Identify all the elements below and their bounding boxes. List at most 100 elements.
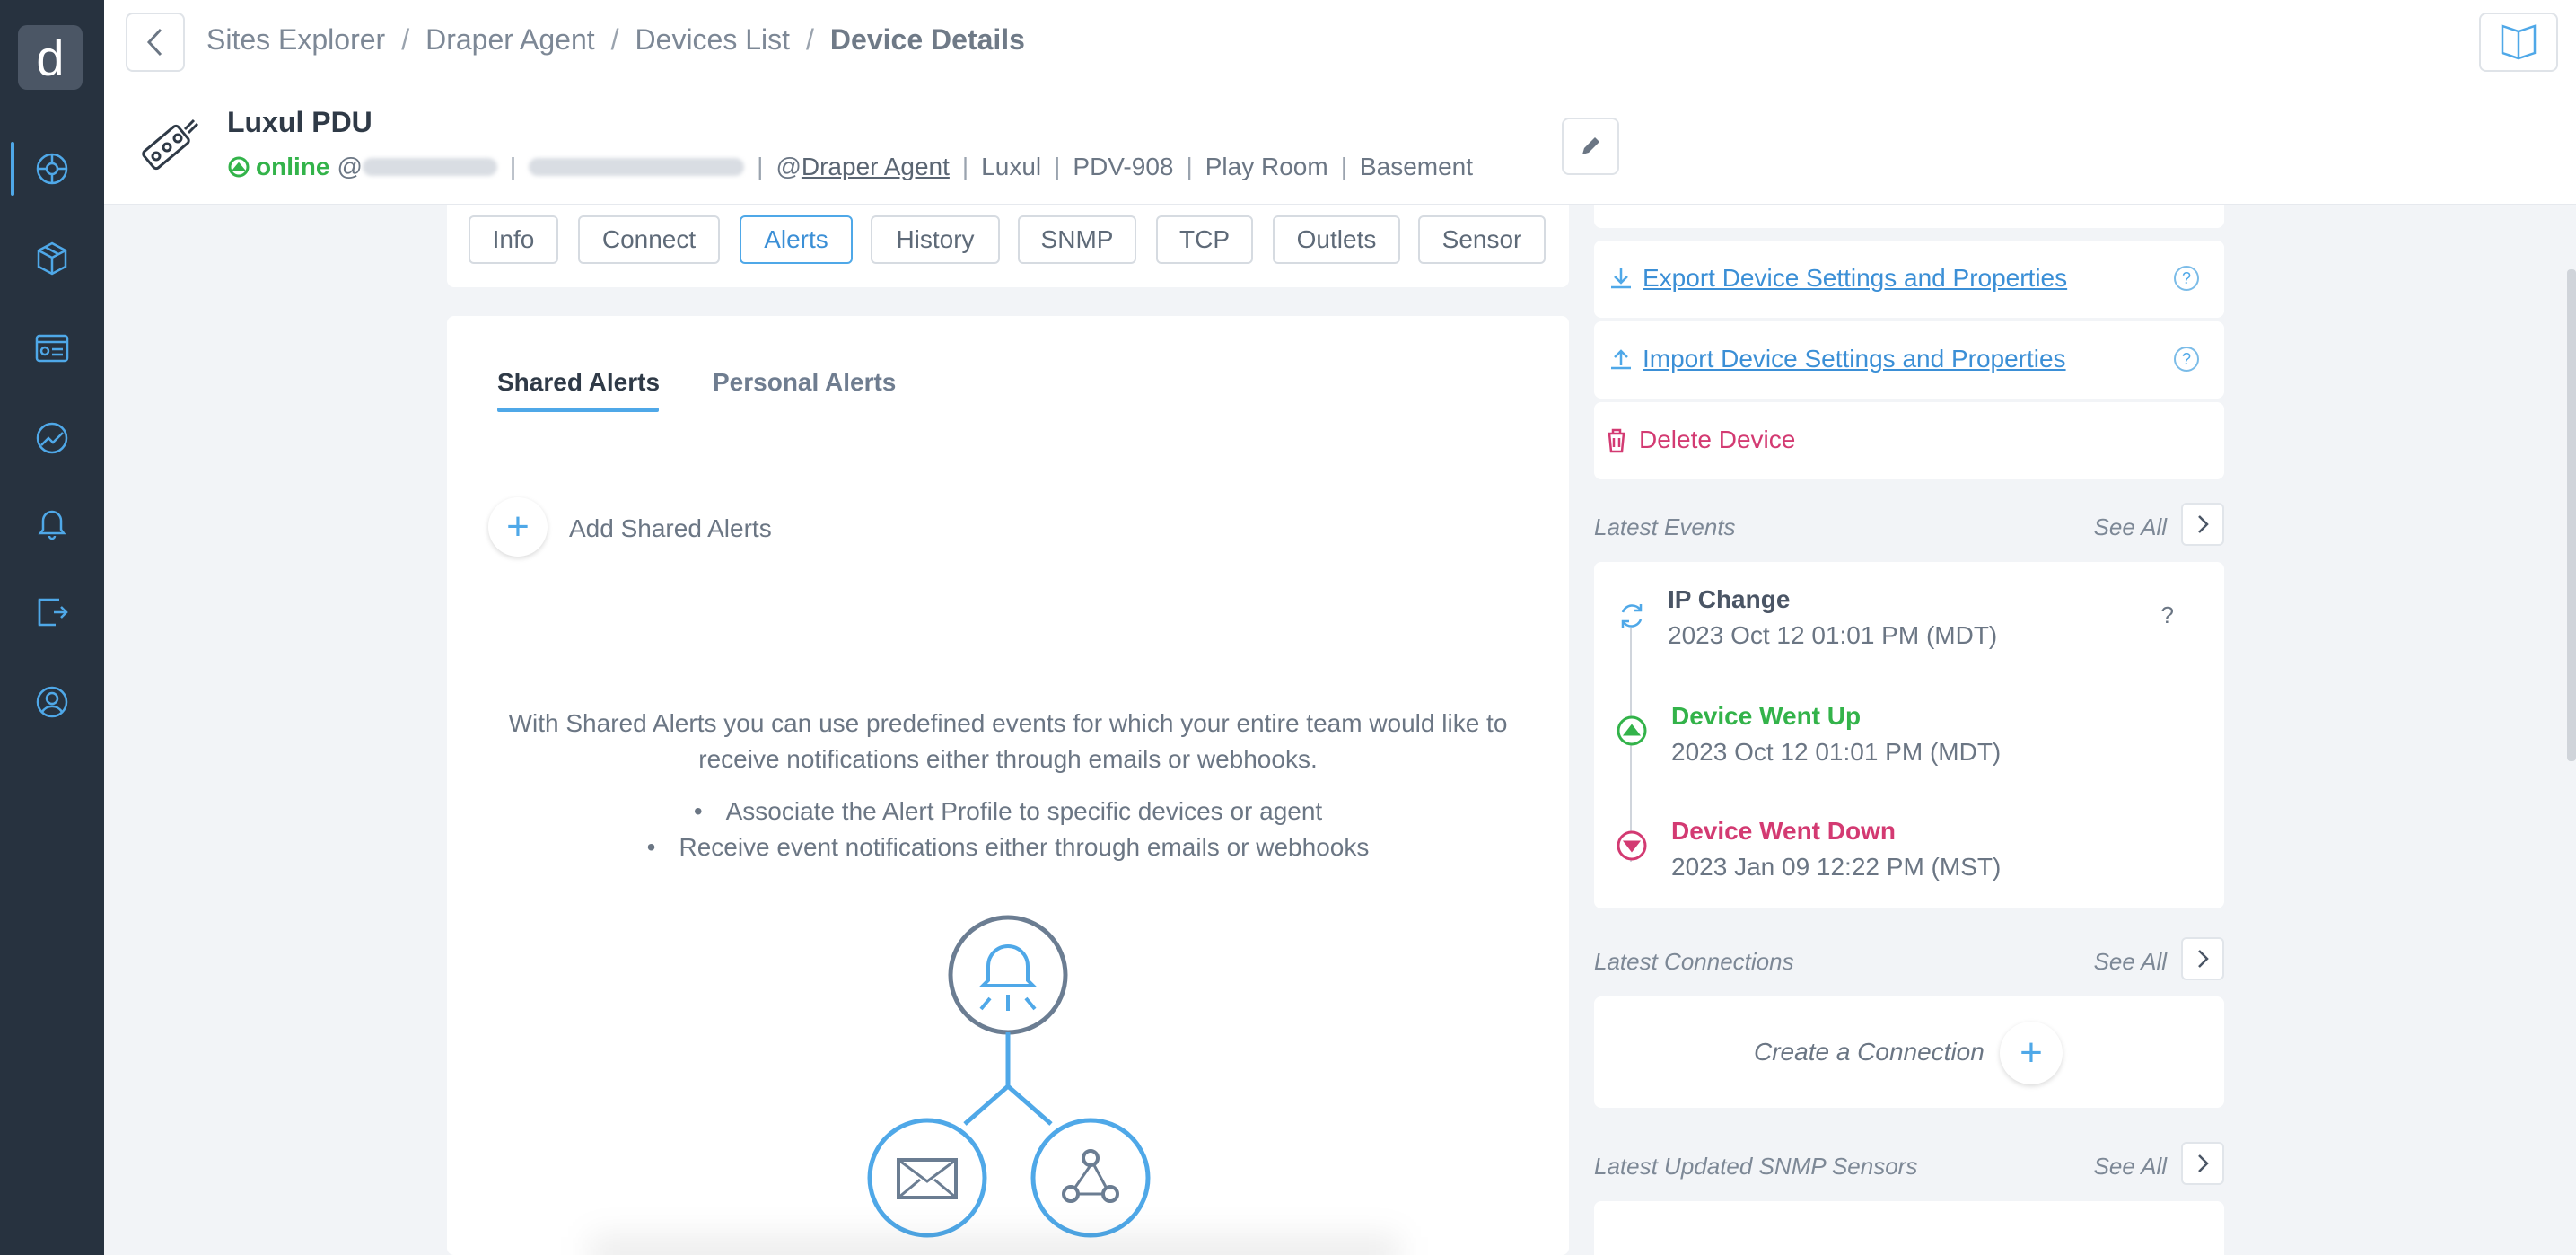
event-title: Device Went Down [1671,817,1896,845]
bell-icon [38,510,66,540]
nav-dashboard[interactable] [0,312,104,384]
tab-outlets[interactable]: Outlets [1273,215,1400,264]
chevron-left-icon [146,28,162,57]
bell-node-icon [948,915,1068,1035]
dashboard-list-icon [35,334,69,363]
nav-alerts[interactable] [0,487,104,558]
plus-icon: + [2020,1031,2043,1075]
add-shared-alerts-button[interactable]: + [488,497,548,557]
snmp-see-all-button[interactable] [2181,1142,2224,1185]
breadcrumb-device-details: Device Details [829,23,1025,56]
device-name: Luxul PDU [227,106,372,138]
meta-divider: | [1054,153,1061,180]
active-tab-underline [497,408,659,412]
device-down-icon [1617,830,1647,861]
bottom-shadow [591,1237,1398,1255]
chart-circle-icon [36,422,68,454]
connections-see-all-link[interactable]: See All [2094,948,2167,976]
latest-events-title: Latest Events [1594,513,1736,540]
delete-card: Delete Device [1594,402,2224,479]
header: Sites Explorer / Draper Agent / Devices … [104,0,2576,205]
meta-divider: | [1186,153,1193,180]
nav-account[interactable] [0,666,104,738]
import-settings-link[interactable]: Import Device Settings and Properties [1643,345,2066,373]
nav-devices[interactable] [0,223,104,294]
sidebar: d [0,0,104,1255]
event-time: 2023 Oct 12 01:01 PM (MDT) [1671,738,2002,766]
import-card: Import Device Settings and Properties ? [1594,321,2224,399]
feature-item: Associate the Alert Profile to specific … [447,794,1569,829]
device-model: PDV-908 [1073,153,1174,180]
latest-snmp-title: Latest Updated SNMP Sensors [1594,1153,1918,1180]
download-icon [1611,268,1631,289]
breadcrumb-separator: / [610,23,619,56]
webhook-node-icon [1030,1118,1151,1238]
alerts-illustration [867,915,1151,1238]
export-settings-link[interactable]: Export Device Settings and Properties [1643,264,2067,293]
tab-connect[interactable]: Connect [578,215,720,264]
email-node-icon [867,1118,987,1238]
tab-tcp[interactable]: TCP [1156,215,1253,264]
nav-sites[interactable] [0,133,104,205]
tab-sensor[interactable]: Sensor [1418,215,1546,264]
alerts-panel: Shared Alerts Personal Alerts + Add Shar… [447,316,1569,1255]
meta-divider: | [1340,153,1347,180]
tab-info[interactable]: Info [469,215,558,264]
event-help[interactable]: ? [2161,601,2174,629]
events-see-all-link[interactable]: See All [2094,513,2167,541]
nav-documents[interactable] [0,576,104,648]
upload-icon [1611,349,1631,370]
status-up-icon [228,156,250,178]
back-button[interactable] [126,13,185,72]
help-icon[interactable]: ? [2174,347,2199,372]
export-card: Export Device Settings and Properties ? [1594,241,2224,318]
status-text: online [256,153,330,180]
device-meta: online @ | | @ Draper Agent | Luxul | PD… [227,153,1473,181]
events-card: IP Change 2023 Oct 12 01:01 PM (MDT) ? D… [1594,562,2224,908]
pencil-icon [1582,137,1599,154]
breadcrumb-separator: / [806,23,814,56]
mac-address-redacted [529,158,745,176]
tab-snmp[interactable]: SNMP [1018,215,1136,264]
edit-device-button[interactable] [1562,118,1619,175]
docs-button[interactable] [2479,13,2558,72]
tab-alerts[interactable]: Alerts [740,215,853,264]
refresh-icon [1621,604,1643,628]
latest-connections-title: Latest Connections [1594,948,1794,975]
help-icon[interactable]: ? [2174,266,2199,291]
tab-shared-alerts[interactable]: Shared Alerts [497,368,660,397]
page-scrollbar[interactable] [2567,269,2576,761]
chevron-right-icon [2198,950,2209,968]
snmp-see-all-link[interactable]: See All [2094,1153,2167,1180]
tab-personal-alerts[interactable]: Personal Alerts [713,368,896,397]
breadcrumb-devices-list[interactable]: Devices List [635,23,791,57]
meta-divider: | [961,153,969,180]
agent-link[interactable]: Draper Agent [802,153,950,181]
nav-reports[interactable] [0,402,104,474]
device-up-icon [1617,715,1647,746]
event-title: Device Went Up [1671,702,1862,730]
meta-divider: | [757,153,764,180]
events-see-all-button[interactable] [2181,503,2224,546]
book-icon [2501,24,2537,60]
breadcrumb-sites-explorer[interactable]: Sites Explorer [206,23,385,57]
user-circle-icon [36,686,68,718]
logo-area: d [0,0,104,113]
breadcrumb-draper-agent[interactable]: Draper Agent [425,23,595,57]
delete-device-button[interactable]: Delete Device [1639,426,1795,454]
meta-divider: | [509,153,517,180]
snmp-card [1594,1201,2224,1255]
device-tabs: Info Connect Alerts History SNMP TCP Out… [447,205,1569,287]
tab-history[interactable]: History [871,215,1000,264]
create-connection-button[interactable]: + [2000,1022,2063,1084]
add-shared-alerts-label[interactable]: Add Shared Alerts [569,514,772,543]
card-edge [1594,205,2224,228]
cube-icon [37,241,67,276]
connections-see-all-button[interactable] [2181,937,2224,980]
network-globe-icon [36,153,68,185]
create-connection-label[interactable]: Create a Connection [1754,1038,1985,1066]
event-time: 2023 Jan 09 12:22 PM (MST) [1671,853,2002,881]
app-logo[interactable]: d [18,25,83,90]
feature-item: Receive event notifications either throu… [447,829,1569,865]
plus-icon: + [506,505,530,549]
